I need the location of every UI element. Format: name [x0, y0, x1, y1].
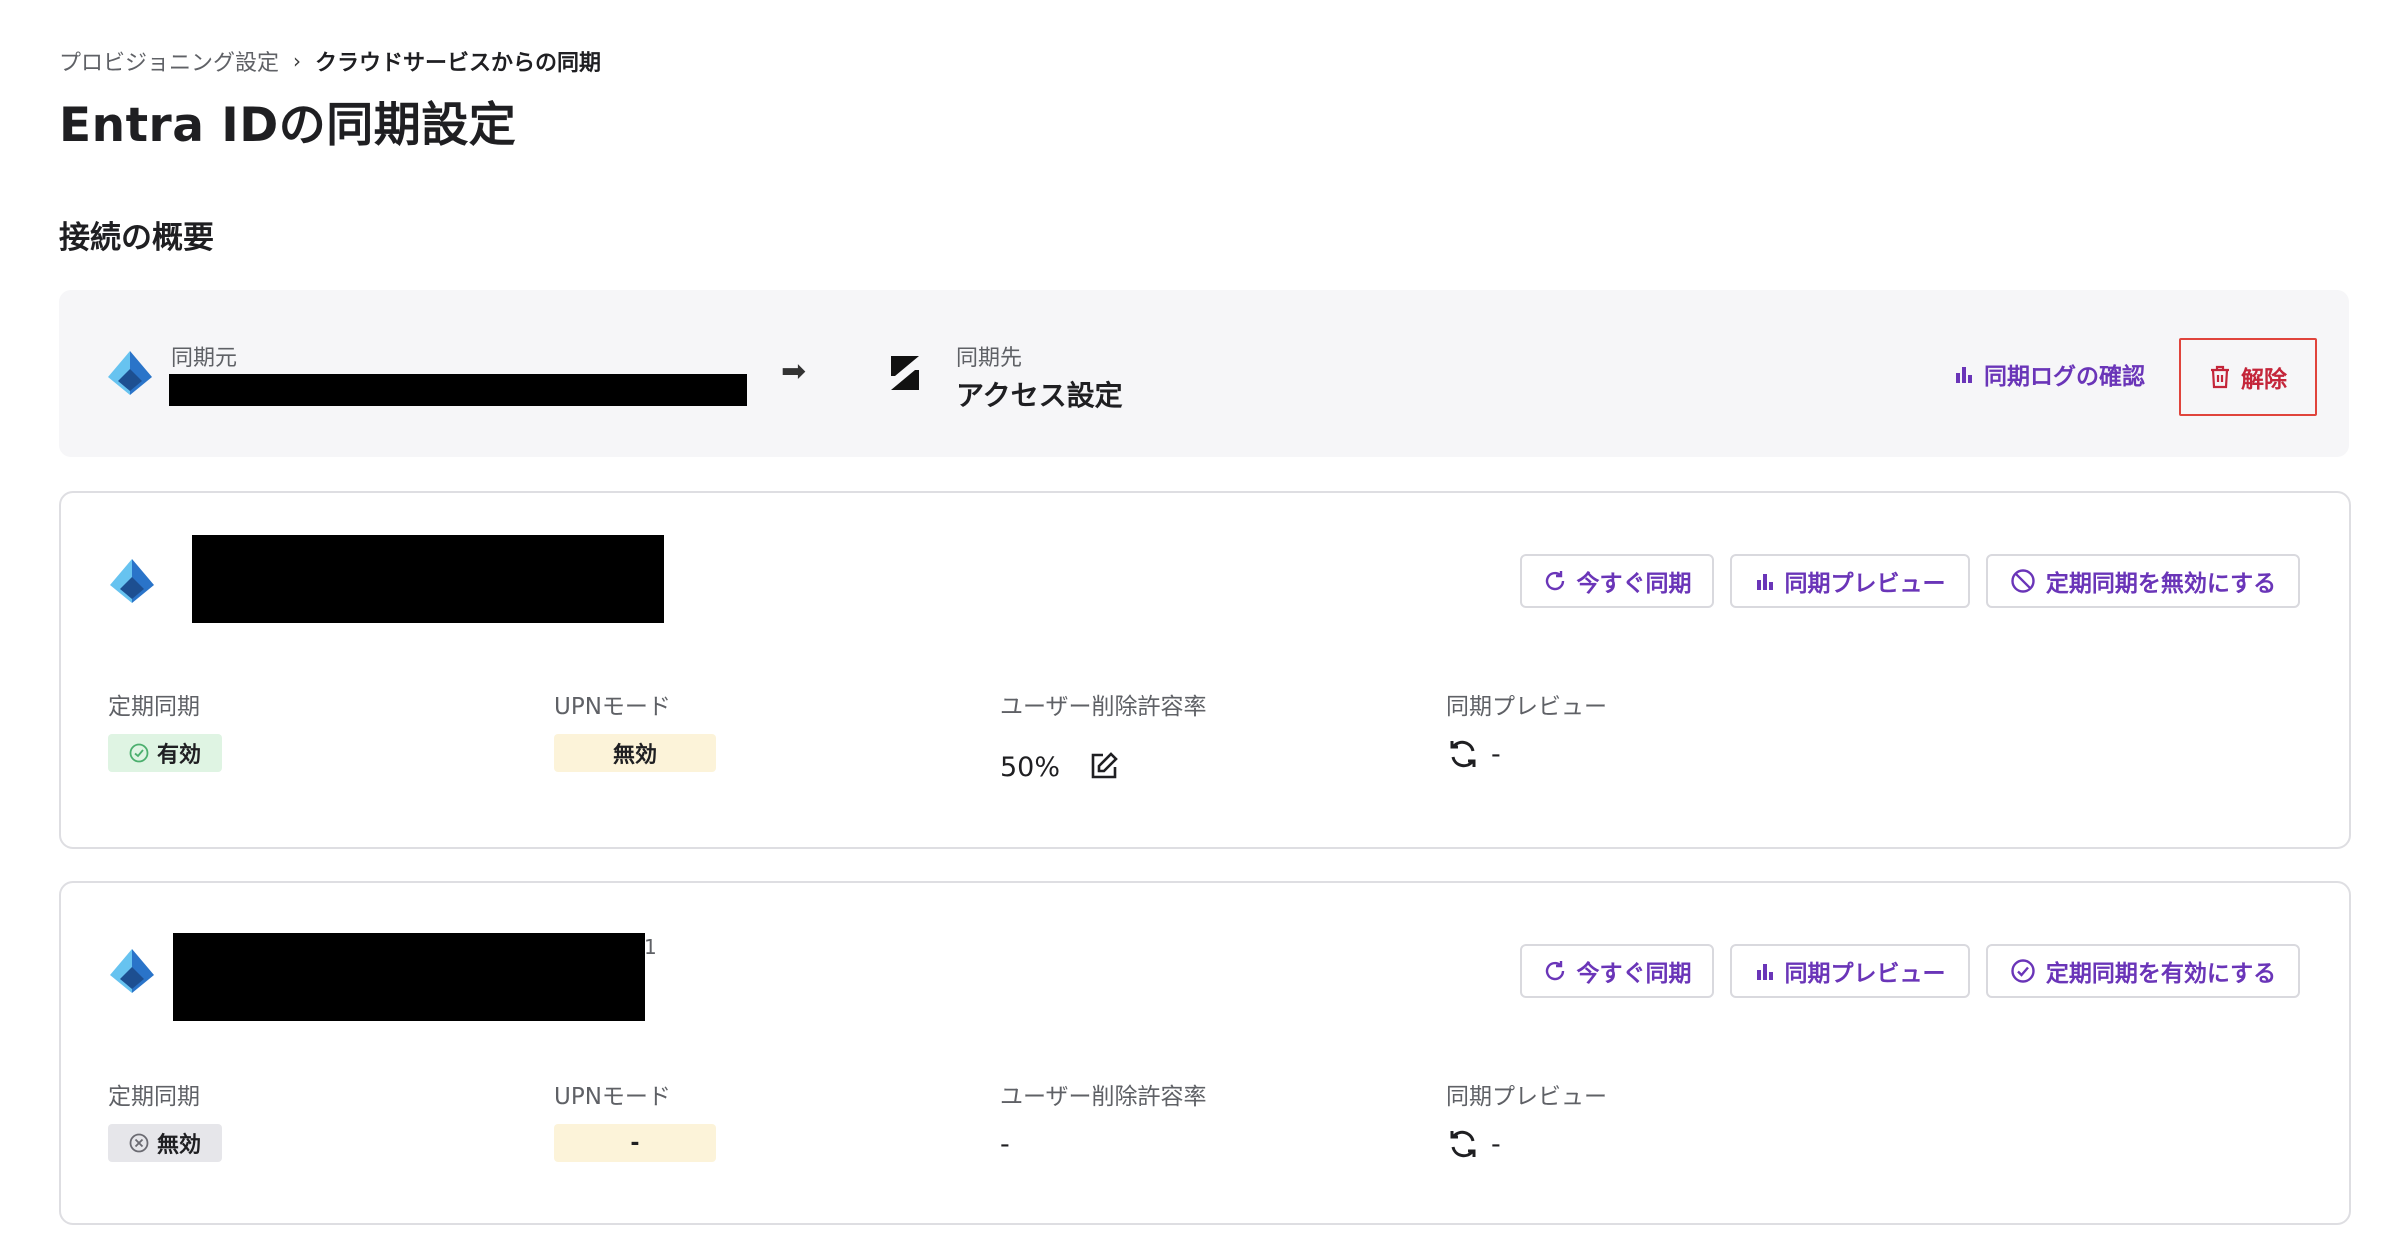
sync-log-button[interactable]: 同期ログの確認	[1954, 356, 2145, 392]
section-title-overview: 接続の概要	[59, 220, 214, 256]
sync-preview-value: -	[1491, 1129, 1501, 1160]
prohibited-icon	[2010, 568, 2036, 594]
upn-mode-label: UPNモード	[554, 694, 671, 720]
destination-logo-icon	[885, 350, 925, 396]
check-circle-icon	[2010, 958, 2036, 984]
target-name-redacted	[192, 535, 664, 623]
sync-preview-button[interactable]: 同期プレビュー	[1730, 554, 1970, 608]
disconnect-button[interactable]: 解除	[2179, 338, 2317, 416]
sync-now-button[interactable]: 今すぐ同期	[1520, 554, 1714, 608]
periodic-sync-label: 定期同期	[108, 694, 200, 720]
trash-icon	[2209, 365, 2231, 389]
source-name-redacted	[169, 374, 747, 406]
breadcrumb: プロビジョニング設定 › クラウドサービスからの同期	[59, 44, 601, 78]
upn-mode-label: UPNモード	[554, 1084, 671, 1110]
status-badge: 無効	[108, 1124, 222, 1162]
upn-mode-badge: -	[554, 1124, 716, 1162]
x-circle-icon	[129, 1133, 149, 1153]
bar-chart-icon	[1755, 961, 1775, 981]
arrow-right-icon: ➡	[781, 354, 807, 389]
user-delete-rate-value: 50%	[1000, 752, 1061, 783]
entra-id-logo-icon	[104, 347, 156, 399]
edit-icon[interactable]	[1089, 751, 1119, 781]
status-badge: 有効	[108, 734, 222, 772]
connection-overview-panel: 同期元 ➡ 同期先 アクセス設定 同期ログの確認 解除	[59, 290, 2349, 457]
breadcrumb-current: クラウドサービスからの同期	[315, 51, 602, 76]
target-name-suffix: 1	[644, 935, 657, 959]
sync-target-card: 今すぐ同期 同期プレビュー 定期同期を無効にする 定期同期 有効 UPNモード …	[59, 491, 2351, 849]
destination-label: 同期先	[956, 346, 1023, 371]
sync-preview-button[interactable]: 同期プレビュー	[1730, 944, 1970, 998]
page-title: Entra IDの同期設定	[59, 98, 517, 153]
user-delete-rate-label: ユーザー削除許容率	[1000, 694, 1207, 720]
sync-target-card: 1 今すぐ同期 同期プレビュー 定期同期を有効にする 定期同期 無効 UPNモー…	[59, 881, 2351, 1225]
sync-cycle-icon	[1446, 1127, 1480, 1161]
user-delete-rate-label: ユーザー削除許容率	[1000, 1084, 1207, 1110]
sync-now-button[interactable]: 今すぐ同期	[1520, 944, 1714, 998]
user-delete-rate-value: -	[1000, 1129, 1010, 1160]
sync-preview-value: -	[1491, 739, 1501, 770]
bar-chart-icon	[1755, 571, 1775, 591]
enable-periodic-sync-button[interactable]: 定期同期を有効にする	[1986, 944, 2300, 998]
refresh-icon	[1543, 959, 1567, 983]
check-circle-icon	[129, 743, 149, 763]
disable-periodic-sync-button[interactable]: 定期同期を無効にする	[1986, 554, 2300, 608]
destination-name: アクセス設定	[956, 379, 1123, 412]
entra-id-logo-icon	[106, 555, 158, 607]
entra-id-logo-icon	[106, 945, 158, 997]
chevron-right-icon: ›	[293, 49, 302, 73]
breadcrumb-parent-link[interactable]: プロビジョニング設定	[59, 45, 279, 77]
sync-preview-label: 同期プレビュー	[1446, 694, 1607, 720]
target-name-redacted	[173, 933, 645, 1021]
sync-preview-label: 同期プレビュー	[1446, 1084, 1607, 1110]
periodic-sync-label: 定期同期	[108, 1084, 200, 1110]
upn-mode-badge: 無効	[554, 734, 716, 772]
source-label: 同期元	[171, 346, 238, 371]
refresh-icon	[1543, 569, 1567, 593]
sync-cycle-icon	[1446, 737, 1480, 771]
bar-chart-icon	[1954, 364, 1974, 384]
